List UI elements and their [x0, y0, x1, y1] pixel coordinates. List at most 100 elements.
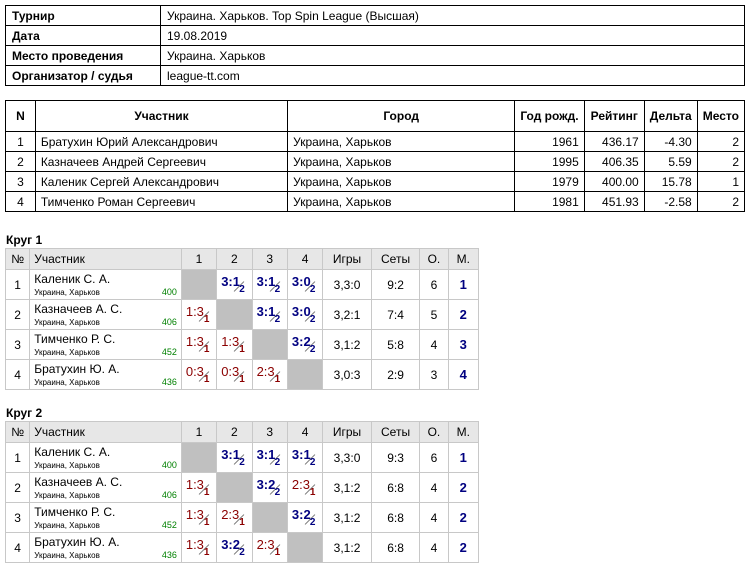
match-points: 1 — [239, 374, 245, 385]
round-header: № Участник 1 2 3 4 Игры Сеты О. М. — [4, 248, 480, 270]
match-points: 2 — [274, 314, 281, 325]
round-row: 1 Каленик С. А. Украина, Харьков 400 3:1 2 3:1… — [4, 442, 480, 473]
col-header: N — [5, 100, 36, 132]
participant-number: 1 — [5, 131, 36, 152]
sets-cell: 6:8 — [370, 472, 421, 503]
participant-city: Украина, Харьков — [287, 191, 516, 212]
round-col-header: Участник — [29, 248, 182, 270]
match-points: 1 — [203, 344, 210, 355]
match-points: 1 — [203, 487, 210, 498]
match-points: 1 — [309, 487, 316, 498]
match-score: 2:3 — [256, 364, 275, 379]
participant-number: 4 — [5, 191, 36, 212]
match-points: 2 — [309, 314, 316, 325]
player-rating: 400 — [161, 287, 177, 297]
row-number: 2 — [4, 472, 31, 503]
col-header: Дельта — [643, 100, 698, 132]
participant-name: Братухин Юрий Александрович — [34, 131, 289, 152]
match-score-cell: 3:1 2 — [286, 442, 324, 473]
player-name: Тимченко Р. С. — [34, 505, 116, 519]
info-row-date: Дата 19.08.2019 — [5, 25, 745, 46]
match-points: 2 — [239, 457, 245, 468]
round-1-table: № Участник 1 2 3 4 Игры Сеты О. М. 1 Каленик С. А. У… — [4, 248, 480, 390]
player-cell: Братухин Ю. А. Украина, Харьков 436 — [29, 359, 182, 390]
points-cell: 3 — [419, 359, 449, 390]
sets-cell: 2:9 — [370, 359, 421, 390]
participants-header: N Участник Город Год рожд. Рейтинг Дельт… — [5, 100, 746, 132]
player-rating: 436 — [161, 377, 177, 387]
participant-birth-year: 1961 — [514, 131, 585, 152]
points-cell: 4 — [419, 502, 449, 533]
participant-city: Украина, Харьков — [287, 151, 516, 172]
self-cell — [216, 472, 253, 503]
place-cell: 2 — [447, 502, 480, 533]
self-cell — [180, 442, 218, 473]
match-points: 1 — [239, 517, 245, 528]
match-score-cell: 0:3 1 — [216, 359, 253, 390]
round-col-header: 4 — [286, 248, 324, 270]
match-points: 2 — [274, 457, 281, 468]
player-cell: Тимченко Р. С. Украина, Харьков 452 — [29, 329, 182, 360]
round-col-header: Сеты — [370, 421, 421, 443]
row-number: 3 — [4, 329, 31, 360]
participant-delta: 5.59 — [643, 151, 698, 172]
col-header: Рейтинг — [583, 100, 645, 132]
round-col-header: М. — [447, 421, 480, 443]
self-cell — [286, 532, 324, 563]
sets-cell: 5:8 — [370, 329, 421, 360]
round-col-header: 4 — [286, 421, 324, 443]
row-number: 1 — [4, 269, 31, 300]
match-score-cell: 1:3 1 — [180, 299, 218, 330]
info-row-tournament: Турнир Украина. Харьков. Top Spin League … — [5, 5, 745, 26]
participant-rating: 406.35 — [583, 151, 645, 172]
match-points: 1 — [239, 344, 245, 355]
player-name: Братухин Ю. А. — [34, 535, 120, 549]
match-score-cell: 1:3 1 — [216, 329, 253, 360]
round-col-header: 2 — [216, 248, 253, 270]
round-col-header: М. — [447, 248, 480, 270]
match-points: 2 — [309, 344, 316, 355]
participant-birth-year: 1981 — [514, 191, 585, 212]
player-name: Тимченко Р. С. — [34, 332, 116, 346]
tournament-info-table: Турнир Украина. Харьков. Top Spin League … — [5, 5, 745, 86]
match-score-cell: 2:3 1 — [286, 472, 324, 503]
round-1-title: Круг 1 — [6, 233, 43, 247]
participant-place: 2 — [696, 131, 746, 152]
match-points: 1 — [203, 547, 210, 558]
points-cell: 4 — [419, 472, 449, 503]
place-cell: 2 — [447, 532, 480, 563]
round-row: 3 Тимченко Р. С. Украина, Харьков 452 1:3 1 1:… — [4, 329, 480, 360]
row-number: 3 — [4, 502, 31, 533]
sets-cell: 6:8 — [370, 502, 421, 533]
participant-name: Казначеев Андрей Сергеевич — [34, 151, 289, 172]
place-cell: 2 — [447, 299, 480, 330]
col-header: Участник — [34, 100, 289, 132]
match-points: 2 — [274, 487, 281, 498]
games-cell: 3,0:3 — [322, 359, 372, 390]
player-cell: Казначеев А. С. Украина, Харьков 406 — [29, 472, 182, 503]
player-city: Украина, Харьков — [34, 491, 100, 500]
match-score-cell: 1:3 1 — [180, 532, 218, 563]
participant-city: Украина, Харьков — [287, 171, 516, 192]
round-col-header: № — [4, 421, 31, 443]
info-label: Дата — [5, 25, 161, 46]
round-row: 2 Казначеев А. С. Украина, Харьков 406 1:3 1 3… — [4, 299, 480, 330]
round-row: 2 Казначеев А. С. Украина, Харьков 406 1:3 1 3… — [4, 472, 480, 503]
self-cell — [180, 269, 218, 300]
round-row: 4 Братухин Ю. А. Украина, Харьков 436 1:3 1 3:… — [4, 532, 480, 563]
place-cell: 2 — [447, 472, 480, 503]
points-cell: 6 — [419, 442, 449, 473]
match-points: 2 — [309, 517, 316, 528]
round-row: 3 Тимченко Р. С. Украина, Харьков 452 1:3 1 2:… — [4, 502, 480, 533]
participants-table: N Участник Город Год рожд. Рейтинг Дельт… — [5, 100, 746, 212]
games-cell: 3,3:0 — [322, 269, 372, 300]
match-points: 2 — [239, 284, 245, 295]
player-rating: 452 — [161, 347, 177, 357]
participant-city: Украина, Харьков — [287, 131, 516, 152]
games-cell: 3,1:2 — [322, 502, 372, 533]
match-score-cell: 3:1 2 — [216, 442, 253, 473]
self-cell — [251, 329, 288, 360]
col-header: Город — [287, 100, 516, 132]
participant-name: Каленик Сергей Александрович — [34, 171, 289, 192]
player-city: Украина, Харьков — [34, 461, 100, 470]
